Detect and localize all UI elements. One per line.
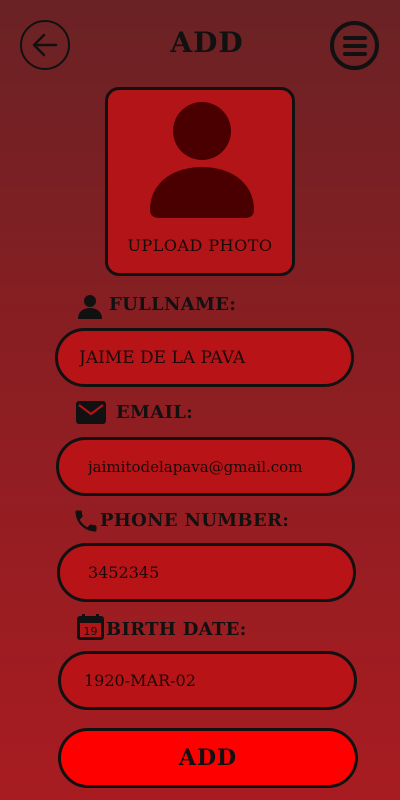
birth-date-label: BIRTH DATE: bbox=[106, 619, 247, 640]
calendar-day-text: 19 bbox=[84, 625, 98, 638]
hamburger-menu-icon bbox=[342, 35, 367, 56]
envelope-icon bbox=[76, 401, 106, 424]
menu-button[interactable] bbox=[330, 21, 379, 70]
header: ADD bbox=[0, 0, 400, 92]
email-label: EMAIL: bbox=[116, 402, 194, 423]
email-field[interactable] bbox=[56, 437, 355, 496]
email-input[interactable] bbox=[59, 457, 352, 476]
phone-input[interactable] bbox=[60, 563, 353, 582]
phone-label: PHONE NUMBER: bbox=[100, 510, 290, 531]
fullname-label: FULLNAME: bbox=[109, 294, 237, 315]
upload-photo-label: UPLOAD PHOTO bbox=[127, 236, 273, 255]
upload-photo-button[interactable]: UPLOAD PHOTO bbox=[105, 87, 295, 276]
calendar-icon: 19 bbox=[77, 614, 104, 640]
phone-field[interactable] bbox=[57, 543, 356, 602]
fullname-field[interactable] bbox=[55, 328, 354, 387]
add-button[interactable]: ADD bbox=[58, 728, 358, 788]
person-icon bbox=[78, 295, 102, 319]
user-silhouette-icon bbox=[150, 102, 254, 218]
birth-date-field[interactable] bbox=[58, 651, 357, 710]
phone-icon bbox=[75, 510, 97, 532]
birth-date-input[interactable] bbox=[61, 671, 354, 690]
fullname-input[interactable] bbox=[58, 347, 351, 368]
add-button-label: ADD bbox=[178, 745, 238, 771]
